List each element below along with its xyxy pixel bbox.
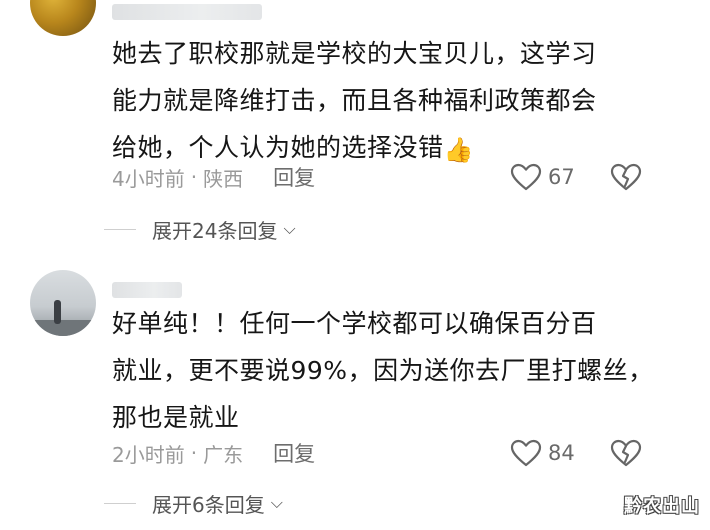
comment-text-line: 那也是就业 [112, 403, 240, 432]
comment-text-line: 好单纯！！任何一个学校都可以确保百分百 [112, 309, 597, 338]
avatar-figure [54, 300, 61, 324]
meta-separator: · [190, 441, 198, 465]
username[interactable]: •••• [112, 282, 182, 298]
chevron-down-icon: ⌵ [270, 493, 283, 512]
reply-button[interactable]: 回复 [273, 162, 315, 192]
heart-outline-icon [510, 163, 542, 191]
thumbs-up-emoji-icon: 👍 [443, 136, 474, 164]
broken-heart-icon [610, 439, 642, 467]
dislike-button[interactable] [610, 162, 642, 192]
divider-dash [104, 228, 136, 230]
timestamp: 2小时前 [112, 442, 185, 467]
comment-meta: 4小时前 · 陕西 回复 [112, 162, 315, 192]
meta-separator: · [190, 165, 198, 189]
chevron-down-icon: ⌵ [283, 219, 296, 238]
avatar-ground [30, 320, 96, 336]
comment-text-line: 她去了职校那就是学校的大宝贝儿，这学习 [112, 39, 597, 68]
comment-text: 她去了职校那就是学校的大宝贝儿，这学习 能力就是降维打击，而且各种福利政策都会 … [112, 30, 672, 174]
comment-text-line: 就业，更不要说99%，因为送你去厂里打螺丝， [112, 356, 654, 385]
heart-outline-icon [510, 439, 542, 467]
like-button[interactable]: 84 [510, 438, 575, 468]
expand-replies-label: 展开24条回复 [152, 218, 278, 243]
like-count: 67 [548, 165, 575, 189]
reply-button[interactable]: 回复 [273, 438, 315, 468]
like-count: 84 [548, 441, 575, 465]
broken-heart-icon [610, 163, 642, 191]
expand-replies[interactable]: 展开24条回复 ⌵ [104, 214, 296, 244]
comment-text: 好单纯！！任何一个学校都可以确保百分百 就业，更不要说99%，因为送你去厂里打螺… [112, 300, 672, 441]
avatar[interactable] [30, 270, 96, 336]
dislike-button[interactable] [610, 438, 642, 468]
avatar[interactable] [30, 0, 96, 36]
watermark: 黔农出山 [624, 496, 700, 517]
comment-text-fragment: 给她，个人认为她的选择没错 [112, 133, 444, 162]
timestamp: 4小时前 [112, 166, 185, 191]
comment-text-line: 能力就是降维打击，而且各种福利政策都会 [112, 86, 597, 115]
like-button[interactable]: 67 [510, 162, 575, 192]
location: 陕西 [203, 166, 244, 191]
divider-dash [104, 502, 136, 504]
location: 广东 [203, 442, 244, 467]
comment-meta: 2小时前 · 广东 回复 [112, 438, 315, 468]
expand-replies[interactable]: 展开6条回复 ⌵ [104, 488, 283, 518]
username[interactable]: •••••••• [112, 4, 262, 20]
expand-replies-label: 展开6条回复 [152, 492, 265, 517]
